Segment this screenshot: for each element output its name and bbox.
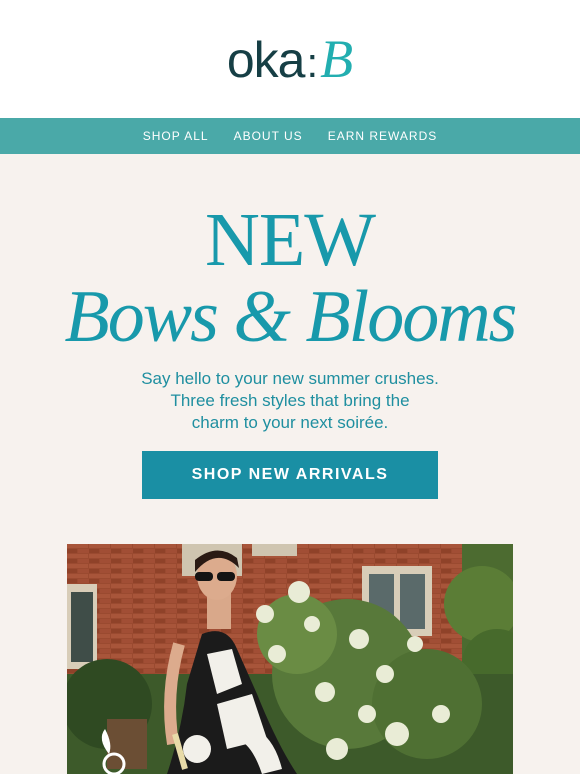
nav-shop-all[interactable]: SHOP ALL	[143, 129, 209, 143]
logo-separator: :	[306, 38, 319, 86]
hero-section: NEW Bows & Blooms Say hello to your new …	[0, 154, 580, 774]
nav-earn-rewards[interactable]: EARN REWARDS	[328, 129, 438, 143]
okab-logo[interactable]: oka : B	[227, 32, 353, 87]
subtitle-line: Three fresh styles that bring the	[170, 391, 410, 410]
hero-title-new: NEW	[204, 198, 376, 282]
nav-about-us[interactable]: ABOUT US	[234, 129, 303, 143]
hero-photo[interactable]	[67, 544, 513, 774]
logo-accent-letter: B	[320, 28, 354, 89]
shop-new-arrivals-button[interactable]: SHOP NEW ARRIVALS	[142, 451, 438, 499]
subtitle-line: Say hello to your new summer crushes.	[141, 369, 439, 388]
subtitle-line: charm to your next soirée.	[191, 413, 389, 432]
email-header: oka : B	[0, 0, 580, 118]
woman-in-dress-photo	[67, 544, 513, 774]
logo-wordmark: oka	[226, 31, 306, 88]
hero-title-collection: Bows & Blooms	[64, 276, 518, 358]
nav-bar: SHOP ALL ABOUT US EARN REWARDS	[0, 118, 580, 154]
hero-subtitle: Say hello to your new summer crushes. Th…	[0, 368, 580, 434]
